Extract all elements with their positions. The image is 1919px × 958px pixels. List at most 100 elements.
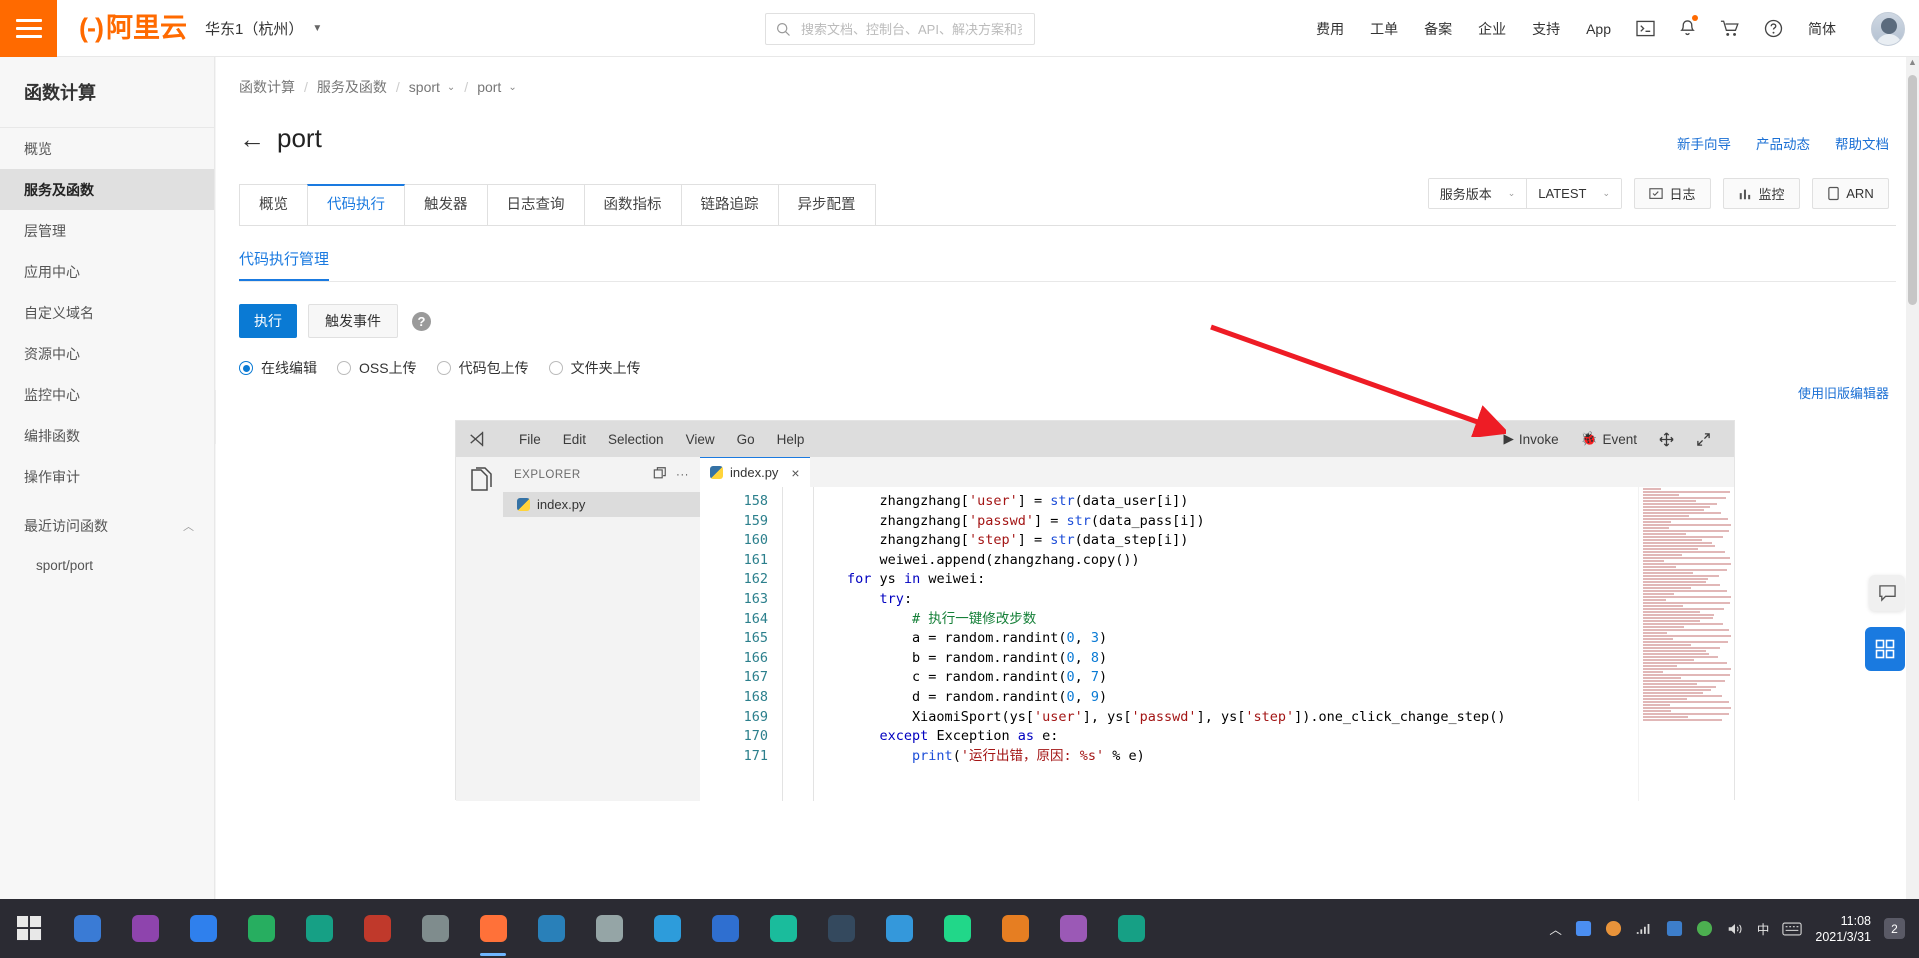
code-line[interactable]: for ys in weiwei: [782, 570, 1734, 590]
sidebar-item-app-center[interactable]: 应用中心 [0, 251, 214, 292]
radio-oss-upload[interactable]: OSS上传 [337, 358, 417, 378]
code-area[interactable]: 158 159 160 161 162 163 164 165 166 167 168 169 170 1… [700, 487, 1734, 801]
taskbar-app-6[interactable] [348, 899, 406, 958]
code-line[interactable]: zhangzhang['step'] = str(data_step[i]) [782, 531, 1734, 551]
back-arrow-icon[interactable]: ← [239, 126, 265, 152]
help-icon[interactable]: ? [412, 311, 431, 331]
breadcrumb-item-sport[interactable]: sport [409, 79, 440, 95]
editor-minimap[interactable] [1638, 487, 1734, 801]
taskbar-clock[interactable]: 11:08 2021/3/31 [1815, 913, 1871, 945]
service-version-select[interactable]: 服务版本 ⌄ [1428, 179, 1527, 208]
menu-selection[interactable]: Selection [597, 432, 675, 447]
code-line[interactable]: zhangzhang['user'] = str(data_user[i]) [782, 492, 1734, 512]
taskbar-app-2[interactable] [116, 899, 174, 958]
code-line[interactable]: # 执行一键修改步数 [782, 610, 1734, 630]
scroll-up-icon[interactable]: ▲ [1906, 57, 1919, 67]
code-lines[interactable]: zhangzhang['user'] = str(data_user[i]) z… [782, 487, 1734, 801]
code-line[interactable]: d = random.randint(0, 9) [782, 688, 1734, 708]
language-selector[interactable]: 简体 [1795, 0, 1849, 57]
windows-start-icon[interactable] [0, 899, 58, 958]
hamburger-menu-icon[interactable] [0, 0, 57, 57]
menu-go[interactable]: Go [726, 432, 766, 447]
bell-icon[interactable] [1667, 0, 1708, 57]
breadcrumb-item-fc[interactable]: 函数计算 [239, 77, 295, 97]
code-line[interactable]: XiaomiSport(ys['user'], ys['passwd'], ys… [782, 708, 1734, 728]
nav-support[interactable]: 支持 [1519, 0, 1573, 57]
sidebar-recent-item-sport-port[interactable]: sport/port [0, 546, 214, 585]
trigger-event-button[interactable]: 触发事件 [308, 304, 398, 338]
code-line[interactable]: try: [782, 590, 1734, 610]
taskbar-app-10[interactable] [638, 899, 696, 958]
tab-function-metrics[interactable]: 函数指标 [583, 184, 682, 225]
code-line[interactable]: print('运行出错，原因: %s' % e) [782, 747, 1734, 767]
taskbar-app-8[interactable] [522, 899, 580, 958]
code-line[interactable]: b = random.randint(0, 8) [782, 649, 1734, 669]
code-line[interactable]: a = random.randint(0, 3) [782, 629, 1734, 649]
new-window-icon[interactable] [653, 466, 667, 483]
tab-code-execution[interactable]: 代码执行 [307, 184, 405, 225]
tray-expand-icon[interactable]: ︿ [1549, 919, 1562, 938]
taskbar-app-17[interactable] [1102, 899, 1160, 958]
alias-select[interactable]: LATEST ⌄ [1526, 179, 1621, 208]
logs-button[interactable]: 日志 [1634, 178, 1711, 209]
sidebar-item-monitor-center[interactable]: 监控中心 [0, 374, 214, 415]
radio-folder-upload[interactable]: 文件夹上传 [548, 358, 641, 378]
legacy-editor-link[interactable]: 使用旧版编辑器 [1798, 383, 1889, 402]
code-line[interactable]: zhangzhang['passwd'] = str(data_pass[i]) [782, 512, 1734, 532]
ime-keyboard-icon[interactable] [1782, 922, 1803, 936]
code-line[interactable]: except Exception as e: [782, 727, 1734, 747]
tray-app-icon-4[interactable] [1696, 920, 1713, 937]
run-button[interactable]: 执行 [239, 304, 297, 338]
nav-billing[interactable]: 费用 [1303, 0, 1357, 57]
search-input[interactable] [799, 20, 1024, 38]
sidebar-item-resource-center[interactable]: 资源中心 [0, 333, 214, 374]
chevron-down-icon[interactable]: ⌄ [508, 82, 516, 93]
editor-move-button[interactable] [1648, 431, 1685, 447]
taskbar-app-1[interactable] [58, 899, 116, 958]
apps-button[interactable] [1865, 627, 1905, 671]
user-avatar[interactable] [1871, 12, 1905, 46]
code-line[interactable]: weiwei.append(zhangzhang.copy()) [782, 551, 1734, 571]
editor-invoke-button[interactable]: ▶ Invoke [1492, 431, 1569, 447]
tray-app-icon-1[interactable] [1575, 920, 1592, 937]
taskbar-app-pycharm[interactable] [928, 899, 986, 958]
menu-view[interactable]: View [675, 432, 726, 447]
link-help-docs[interactable]: 帮助文档 [1835, 133, 1889, 153]
radio-zip-upload[interactable]: 代码包上传 [436, 358, 529, 378]
subtab-code-management[interactable]: 代码执行管理 [239, 248, 330, 281]
tray-app-icon-2[interactable] [1605, 920, 1622, 937]
menu-edit[interactable]: Edit [552, 432, 597, 447]
sidebar-item-orchestration[interactable]: 编排函数 [0, 415, 214, 456]
taskbar-app-11[interactable] [696, 899, 754, 958]
taskbar-app-15[interactable] [986, 899, 1044, 958]
link-beginner-guide[interactable]: 新手向导 [1677, 133, 1731, 153]
source-code[interactable]: zhangzhang['user'] = str(data_user[i]) z… [782, 492, 1734, 766]
taskbar-app-16[interactable] [1044, 899, 1102, 958]
arn-button[interactable]: ARN [1812, 178, 1889, 209]
chat-button[interactable] [1869, 575, 1905, 611]
taskbar-app-4[interactable] [232, 899, 290, 958]
tab-overview[interactable]: 概览 [239, 184, 308, 225]
taskbar-app-9[interactable] [580, 899, 638, 958]
nav-icp[interactable]: 备案 [1411, 0, 1465, 57]
files-icon[interactable] [468, 467, 492, 498]
close-icon[interactable]: × [791, 465, 799, 481]
tab-log-query[interactable]: 日志查询 [486, 184, 585, 225]
nav-enterprise[interactable]: 企业 [1465, 0, 1519, 57]
sidebar-group-recent-functions[interactable]: 最近访问函数 ︿ [0, 505, 214, 546]
taskbar-app-7[interactable] [406, 899, 464, 958]
taskbar-app-firefox[interactable] [464, 899, 522, 958]
ime-language-indicator[interactable]: 中 [1757, 919, 1770, 938]
taskbar-app-13[interactable] [812, 899, 870, 958]
nav-tickets[interactable]: 工单 [1357, 0, 1411, 57]
tray-app-icon-3[interactable] [1666, 920, 1683, 937]
sidebar-item-overview[interactable]: 概览 [0, 128, 214, 169]
editor-event-button[interactable]: 🐞 Event [1570, 431, 1648, 447]
sidebar-item-layers[interactable]: 层管理 [0, 210, 214, 251]
tab-tracing[interactable]: 链路追踪 [680, 184, 779, 225]
menu-file[interactable]: File [508, 432, 552, 447]
global-search[interactable] [765, 13, 1035, 45]
menu-help[interactable]: Help [766, 432, 816, 447]
nav-app[interactable]: App [1573, 0, 1624, 57]
sidebar-item-custom-domain[interactable]: 自定义域名 [0, 292, 214, 333]
